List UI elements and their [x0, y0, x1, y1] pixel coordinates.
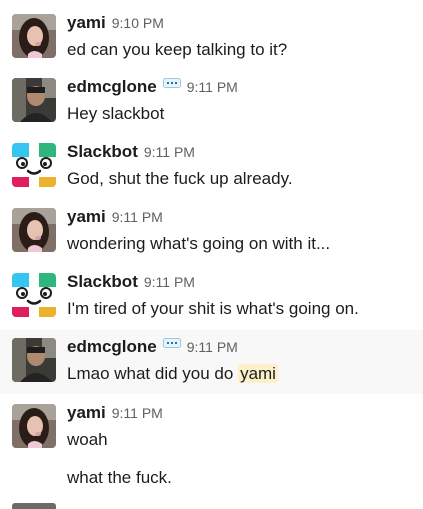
- message-text: ed can you keep talking to it?: [67, 40, 288, 59]
- avatar-edmcglone[interactable]: [12, 338, 56, 382]
- message-text: I'm tired of your shit is what's going o…: [67, 299, 359, 318]
- message-text: wondering what's going on with it...: [67, 234, 331, 253]
- username[interactable]: edmcglone: [67, 337, 157, 356]
- timestamp[interactable]: 9:11 PM: [112, 405, 163, 421]
- mention[interactable]: yami: [238, 364, 278, 383]
- avatar-slackbot[interactable]: [12, 273, 56, 317]
- avatar-partial: [12, 503, 56, 509]
- timestamp[interactable]: 9:10 PM: [112, 15, 164, 31]
- username[interactable]: yami: [67, 207, 106, 226]
- message-text: Lmao what did you do yami: [67, 362, 278, 386]
- status-speech-bubble-icon: [162, 75, 181, 97]
- message-text: woah: [67, 430, 108, 449]
- message-row[interactable]: Slackbot 9:11 PM God, shut the fuck up al…: [0, 137, 423, 197]
- username[interactable]: edmcglone: [67, 77, 157, 96]
- message-row[interactable]: edmcglone 9:11 PM Lmao what did you do ya…: [0, 330, 423, 394]
- message-row[interactable]: yami 9:11 PM woah what the fuck.: [0, 398, 423, 503]
- avatar-yami[interactable]: [12, 208, 56, 252]
- message-text-part: Lmao what did you do: [67, 364, 239, 383]
- timestamp[interactable]: 9:11 PM: [112, 209, 163, 225]
- username[interactable]: yami: [67, 13, 106, 32]
- message-text: God, shut the fuck up already.: [67, 169, 293, 188]
- avatar-yami[interactable]: [12, 14, 56, 58]
- message-row[interactable]: Slackbot 9:11 PM I'm tired of your shit i…: [0, 267, 423, 327]
- username[interactable]: Slackbot: [67, 272, 138, 291]
- status-speech-bubble-icon: [162, 335, 181, 357]
- message-row[interactable]: edmcglone 9:11 PM Hey slackbot: [0, 72, 423, 132]
- message-row[interactable]: yami 9:11 PM wondering what's going on wi…: [0, 202, 423, 262]
- message-row[interactable]: yami 9:10 PM ed can you keep talking to i…: [0, 8, 423, 68]
- avatar-yami[interactable]: [12, 404, 56, 448]
- username[interactable]: Slackbot: [67, 142, 138, 161]
- timestamp[interactable]: 9:11 PM: [187, 339, 238, 355]
- message-text: Hey slackbot: [67, 104, 165, 123]
- timestamp[interactable]: 9:11 PM: [187, 79, 238, 95]
- avatar-edmcglone[interactable]: [12, 78, 56, 122]
- message-text-continuation: what the fuck.: [67, 468, 172, 487]
- timestamp[interactable]: 9:11 PM: [144, 274, 195, 290]
- timestamp[interactable]: 9:11 PM: [144, 144, 195, 160]
- username[interactable]: yami: [67, 403, 106, 422]
- avatar-slackbot[interactable]: [12, 143, 56, 187]
